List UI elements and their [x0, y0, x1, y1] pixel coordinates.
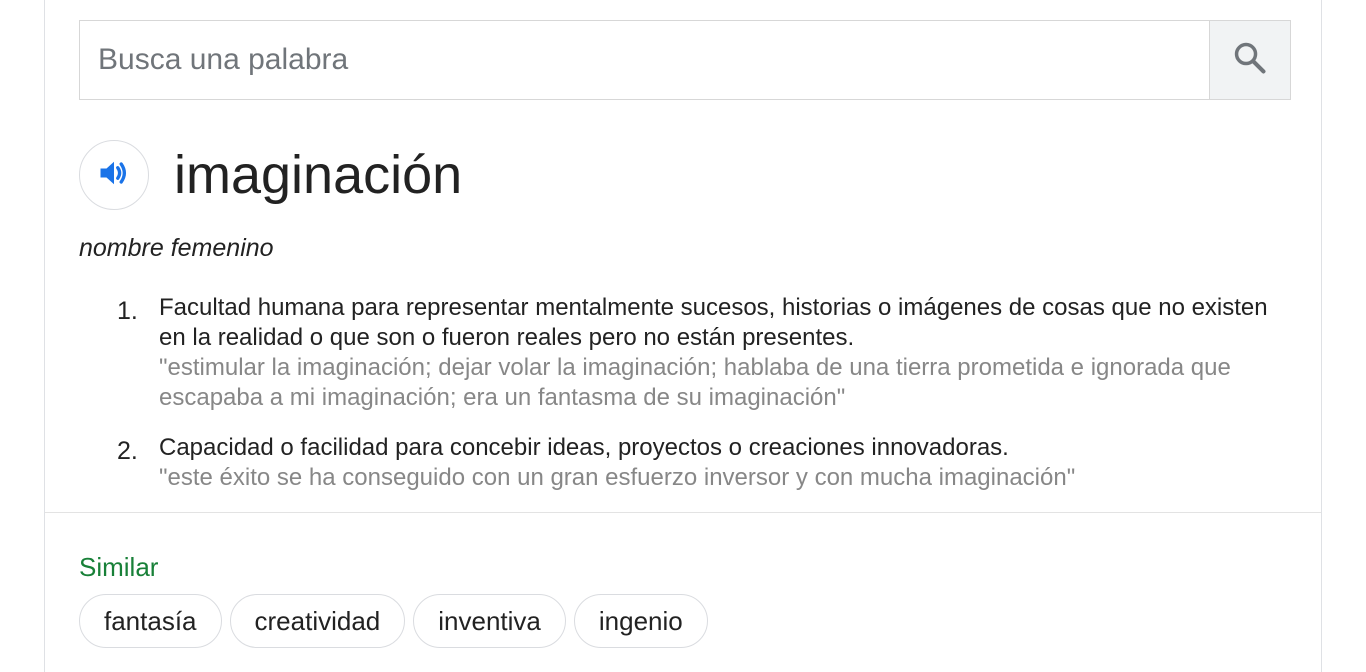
definition-text: Facultad humana para representar mentalm…: [159, 294, 1268, 351]
divider: [45, 512, 1321, 513]
definition-item: Capacidad o facilidad para concebir idea…: [159, 433, 1289, 493]
similar-chip[interactable]: ingenio: [573, 594, 708, 648]
part-of-speech: nombre femenino: [79, 234, 274, 262]
similar-chip[interactable]: creatividad: [229, 594, 406, 648]
definition-example: "estimular la imaginación; dejar volar l…: [159, 354, 1231, 411]
definition-example: "este éxito se ha conseguido con un gran…: [159, 464, 1076, 491]
similar-chips: fantasía creatividad inventiva ingenio: [79, 594, 708, 648]
headword: imaginación: [174, 145, 463, 205]
search-input[interactable]: [80, 21, 1209, 99]
similar-chip[interactable]: inventiva: [413, 594, 566, 648]
pronunciation-button[interactable]: [79, 140, 149, 210]
definition-text: Capacidad o facilidad para concebir idea…: [159, 434, 1009, 461]
definition-number: 1.: [117, 297, 138, 325]
search-button[interactable]: [1209, 21, 1290, 99]
similar-label: Similar: [79, 552, 159, 582]
search-box: [79, 20, 1291, 100]
search-icon: [1231, 39, 1269, 82]
definition-item: Facultad humana para representar mentalm…: [159, 293, 1289, 413]
similar-chip[interactable]: fantasía: [79, 594, 222, 648]
speaker-icon: [96, 155, 132, 196]
dictionary-card: imaginación nombre femenino 1. Facultad …: [44, 0, 1322, 672]
definition-number: 2.: [117, 437, 138, 465]
